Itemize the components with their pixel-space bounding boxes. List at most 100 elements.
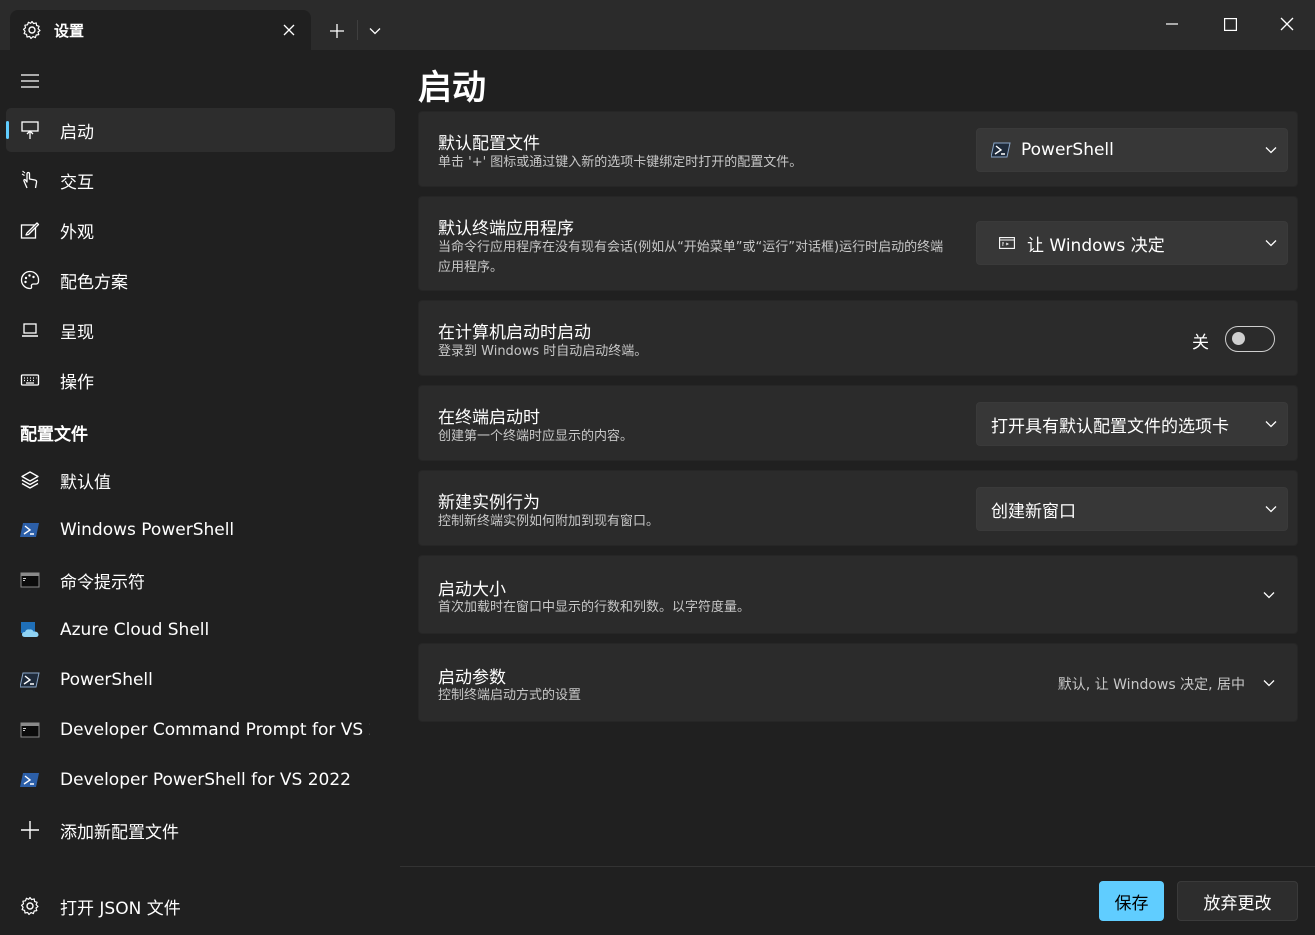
azure-icon xyxy=(20,620,40,640)
sidebar-item-label: 配色方案 xyxy=(60,272,128,293)
dropdown-value: 打开具有默认配置文件的选项卡 xyxy=(991,416,1229,437)
setting-launch-on-startup: 在计算机启动时启动 登录到 Windows 时自动启动终端。 关 xyxy=(418,300,1298,376)
setting-description: 单击 '+' 图标或通过键入新的选项卡键绑定时打开的配置文件。 xyxy=(438,155,803,170)
sidebar-item-label: Developer PowerShell for VS 2022 xyxy=(60,770,351,790)
sidebar-item-windows-powershell[interactable]: Windows PowerShell xyxy=(6,508,395,552)
setting-default-terminal: 默认终端应用程序 当命令行应用程序在没有现有会话(例如从“开始菜单”或“运行”对… xyxy=(418,196,1298,291)
sidebar-item-launch[interactable]: 启动 xyxy=(6,108,395,152)
sidebar-item-label: 命令提示符 xyxy=(60,572,145,593)
hamburger-icon xyxy=(21,74,39,88)
setting-description: 登录到 Windows 时自动启动终端。 xyxy=(438,344,648,359)
chevron-down-icon[interactable] xyxy=(1257,671,1281,695)
powershell-icon xyxy=(20,670,40,690)
console-window-icon xyxy=(997,233,1017,253)
palette-icon xyxy=(20,270,40,290)
setting-title: 启动大小 xyxy=(438,580,506,600)
chevron-down-icon xyxy=(369,28,381,35)
sidebar-item-label: Developer Command Prompt for VS 2022 xyxy=(60,720,370,740)
sidebar-item-label: PowerShell xyxy=(60,670,153,690)
new-instance-dropdown[interactable]: 创建新窗口 xyxy=(976,487,1288,531)
page-title: 启动 xyxy=(418,68,486,108)
maximize-icon xyxy=(1223,17,1237,31)
sidebar-item-add-profile[interactable]: 添加新配置文件 xyxy=(6,808,395,852)
setting-launch-size[interactable]: 启动大小 首次加载时在窗口中显示的行数和列数。以字符度量。 xyxy=(418,555,1298,634)
sidebar: 启动 交互 外观 配色方案 呈现 操作 配置文件 默认值 Windows Pow… xyxy=(0,50,400,935)
close-tab-icon[interactable] xyxy=(279,20,299,40)
on-startup-dropdown[interactable]: 打开具有默认配置文件的选项卡 xyxy=(976,402,1288,446)
sidebar-item-interaction[interactable]: 交互 xyxy=(6,158,395,202)
sidebar-item-appearance[interactable]: 外观 xyxy=(6,208,395,252)
setting-launch-parameters[interactable]: 启动参数 控制终端启动方式的设置 默认, 让 Windows 决定, 居中 xyxy=(418,643,1298,722)
setting-description: 首次加载时在窗口中显示的行数和列数。以字符度量。 xyxy=(438,600,751,615)
powershell-icon xyxy=(991,140,1011,160)
setting-on-startup: 在终端启动时 创建第一个终端时应显示的内容。 打开具有默认配置文件的选项卡 xyxy=(418,385,1298,461)
cmd-icon xyxy=(20,570,40,590)
tab-title: 设置 xyxy=(54,21,85,40)
sidebar-item-powershell[interactable]: PowerShell xyxy=(6,658,395,702)
close-icon xyxy=(1280,17,1294,31)
interaction-icon xyxy=(20,170,40,190)
setting-description: 当命令行应用程序在没有现有会话(例如从“开始菜单”或“运行”对话框)运行时启动的… xyxy=(438,240,944,275)
powershell-icon xyxy=(20,520,40,540)
default-terminal-dropdown[interactable]: 让 Windows 决定 xyxy=(976,221,1288,265)
sidebar-item-rendering[interactable]: 呈现 xyxy=(6,308,395,352)
setting-title: 默认终端应用程序 xyxy=(438,219,574,239)
default-profile-dropdown[interactable]: PowerShell xyxy=(976,128,1288,172)
toggle-knob xyxy=(1232,332,1245,345)
gear-icon xyxy=(22,20,42,40)
sidebar-item-color-schemes[interactable]: 配色方案 xyxy=(6,258,395,302)
save-button[interactable]: 保存 xyxy=(1099,881,1164,921)
dropdown-value: 创建新窗口 xyxy=(991,501,1076,522)
appearance-icon xyxy=(20,220,40,240)
chevron-down-icon xyxy=(1255,505,1287,513)
setting-description: 控制终端启动方式的设置 xyxy=(438,688,582,703)
discard-changes-button[interactable]: 放弃更改 xyxy=(1177,881,1298,921)
close-window-button[interactable] xyxy=(1264,4,1310,44)
setting-default-profile: 默认配置文件 单击 '+' 图标或通过键入新的选项卡键绑定时打开的配置文件。 P… xyxy=(418,111,1298,187)
setting-title: 在终端启动时 xyxy=(438,408,540,428)
tab-dropdown-button[interactable] xyxy=(362,16,388,46)
sidebar-item-label: 打开 JSON 文件 xyxy=(60,898,181,919)
layers-icon xyxy=(20,470,40,490)
settings-tab[interactable]: 设置 xyxy=(10,10,311,50)
sidebar-item-dev-powershell[interactable]: Developer PowerShell for VS 2022 xyxy=(6,758,395,802)
setting-description: 控制新终端实例如何附加到现有窗口。 xyxy=(438,514,660,529)
chevron-down-icon xyxy=(1255,239,1287,247)
setting-description: 创建第一个终端时应显示的内容。 xyxy=(438,429,634,444)
setting-title: 新建实例行为 xyxy=(438,493,540,513)
chevron-down-icon xyxy=(1255,420,1287,428)
chevron-down-icon xyxy=(1255,146,1287,154)
sidebar-item-label: 默认值 xyxy=(60,472,111,493)
profiles-section-header: 配置文件 xyxy=(20,425,88,445)
setting-title: 默认配置文件 xyxy=(438,134,540,154)
footer-divider xyxy=(400,866,1315,867)
sidebar-item-defaults[interactable]: 默认值 xyxy=(6,458,395,502)
hamburger-menu-button[interactable] xyxy=(8,62,52,100)
maximize-button[interactable] xyxy=(1207,4,1253,44)
new-tab-button[interactable] xyxy=(322,16,352,46)
setting-title: 启动参数 xyxy=(438,668,506,688)
tab-divider xyxy=(357,20,358,40)
launch-on-startup-toggle[interactable] xyxy=(1225,326,1275,352)
sidebar-item-label: 操作 xyxy=(60,372,94,393)
gear-icon xyxy=(20,896,40,916)
sidebar-item-label: 启动 xyxy=(60,122,94,143)
minimize-button[interactable] xyxy=(1149,4,1195,44)
chevron-down-icon[interactable] xyxy=(1257,583,1281,607)
setting-title: 在计算机启动时启动 xyxy=(438,323,591,343)
cmd-icon xyxy=(20,720,40,740)
launch-icon xyxy=(20,120,40,140)
sidebar-item-label: 外观 xyxy=(60,222,94,243)
sidebar-item-actions[interactable]: 操作 xyxy=(6,358,395,402)
sidebar-item-dev-command-prompt[interactable]: Developer Command Prompt for VS 2022 xyxy=(6,708,395,752)
sidebar-item-label: 呈现 xyxy=(60,322,94,343)
minimize-icon xyxy=(1166,23,1178,25)
sidebar-item-label: 交互 xyxy=(60,172,94,193)
sidebar-item-command-prompt[interactable]: 命令提示符 xyxy=(6,558,395,602)
sidebar-item-azure-cloud-shell[interactable]: Azure Cloud Shell xyxy=(6,608,395,652)
plus-icon xyxy=(330,24,344,38)
sidebar-item-label: 添加新配置文件 xyxy=(60,822,179,843)
sidebar-item-open-json[interactable]: 打开 JSON 文件 xyxy=(6,884,395,928)
keyboard-icon xyxy=(20,370,40,390)
plus-icon xyxy=(20,820,40,840)
